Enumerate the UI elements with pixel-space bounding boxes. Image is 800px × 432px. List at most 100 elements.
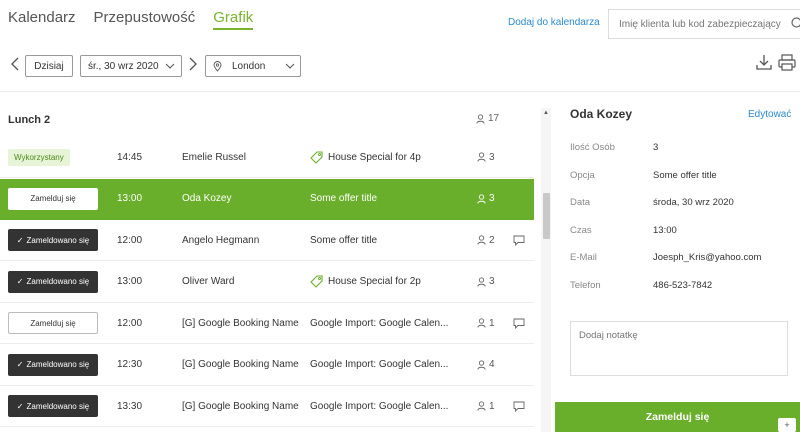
customer-name-cell: [G] Google Booking Name <box>182 400 299 412</box>
checkmark-icon: ✓ <box>16 360 24 369</box>
person-icon <box>476 113 485 124</box>
offer-cell: Google Import: Google Calen... <box>310 386 448 426</box>
customer-name-cell: [G] Google Booking Name <box>182 359 299 370</box>
status-label: Zameldowano się <box>26 235 90 245</box>
scrollbar-thumb[interactable] <box>543 193 550 239</box>
scrollbar-track[interactable] <box>541 108 551 432</box>
checked-in-row-button[interactable]: ✓ Zameldowano się <box>8 395 98 417</box>
guest-count-value: 4 <box>489 359 495 370</box>
note-field[interactable] <box>570 321 788 376</box>
add-to-calendar-link[interactable]: Dodaj do kalendarza <box>508 17 600 28</box>
offer-title: Some offer title <box>310 193 378 204</box>
person-icon <box>477 318 486 328</box>
chevron-right-icon <box>189 57 197 71</box>
offer-cell: House Special for 2p <box>310 262 421 302</box>
status-cell: ✓ Zameldowano się <box>8 220 98 260</box>
group-title: Lunch 2 <box>8 114 51 126</box>
guest-count-value: 3 <box>489 151 495 163</box>
comment-icon[interactable] <box>513 401 525 412</box>
offer-cell: House Special for 4p <box>310 137 421 177</box>
prev-day-button[interactable] <box>8 55 22 73</box>
checked-in-row-button[interactable]: ✓ Zameldowano się <box>8 229 98 251</box>
guest-count-value: 2 <box>489 234 495 246</box>
person-icon <box>477 152 486 162</box>
table-row[interactable]: Zamelduj się 12:00 [G] Google Booking Name… <box>0 303 534 344</box>
table-row[interactable]: Wykorzystany 14:45 Emelie Russel House Spec… <box>0 137 534 178</box>
customer-name-cell: Oliver Ward <box>182 276 235 287</box>
guest-count-cell: 4 <box>477 345 495 385</box>
toolbar-actions <box>755 53 797 71</box>
time-cell: 12:30 <box>117 359 143 370</box>
offer-title: House Special for 2p <box>328 276 421 287</box>
guest-count-value: 1 <box>489 317 495 329</box>
customer-name-cell: Angelo Hegmann <box>182 234 260 246</box>
person-icon <box>477 235 486 245</box>
table-row[interactable]: ✓ Zameldowano się 12:30 [G] Google Booking … <box>0 345 534 386</box>
expand-button[interactable]: + <box>778 418 796 432</box>
next-day-button[interactable] <box>186 55 200 73</box>
chevron-left-icon <box>11 57 19 71</box>
person-icon <box>477 401 486 411</box>
tab-schedule[interactable]: Grafik <box>213 8 254 30</box>
table-row[interactable]: Zamelduj się 13:00 Oda Kozey Some offer tit… <box>0 178 534 220</box>
status-label: Zameldowano się <box>26 360 90 369</box>
guest-count-cell: 3 <box>477 262 495 302</box>
customer-name-cell: Emelie Russel <box>182 151 246 163</box>
tag-icon <box>310 275 323 288</box>
table-row[interactable]: ✓ Zameldowano się 13:00 Oliver Ward House Sp… <box>0 262 534 303</box>
download-icon[interactable] <box>755 53 773 71</box>
time-cell: 13:30 <box>117 400 143 412</box>
time-cell: 12:00 <box>117 317 143 329</box>
offer-cell: Google Import: Google Calen... <box>310 303 448 343</box>
tab-calendar[interactable]: Kalendarz <box>8 8 76 30</box>
location-pin-icon <box>213 60 222 72</box>
guest-count-cell: 3 <box>477 179 495 219</box>
tag-icon <box>310 150 323 164</box>
checkin-row-button[interactable]: Zamelduj się <box>8 312 98 334</box>
checked-in-row-button[interactable]: ✓ Zameldowano się <box>8 353 98 376</box>
offer-cell: Google Import: Google Calen... <box>310 345 448 385</box>
detail-field-value: 3 <box>653 142 659 153</box>
detail-field-value: Joesph_Kris@yahoo.com <box>653 252 762 263</box>
time-cell: 12:00 <box>117 234 143 246</box>
checkin-row-button[interactable]: Zamelduj się <box>8 187 98 210</box>
guest-count-cell: 3 <box>477 137 495 177</box>
table-row[interactable]: ✓ Zameldowano się 13:30 [G] Google Booking … <box>0 386 534 427</box>
top-tabs: Kalendarz Przepustowość Grafik <box>8 8 254 30</box>
detail-field-label: Telefon <box>570 279 601 291</box>
location-select[interactable]: London <box>205 55 301 77</box>
status-badge: Wykorzystany <box>8 148 70 166</box>
print-icon[interactable] <box>777 53 797 71</box>
status-cell: ✓ Zameldowano się <box>8 262 98 302</box>
edit-link[interactable]: Edytować <box>748 109 791 120</box>
tab-capacity[interactable]: Przepustowość <box>94 8 196 30</box>
chevron-down-icon <box>165 63 174 69</box>
offer-cell: Some offer title <box>310 179 377 219</box>
checkin-button[interactable]: Zamelduj się <box>555 402 800 432</box>
search-icon[interactable] <box>791 17 800 31</box>
checked-in-row-button[interactable]: ✓ Zameldowano się <box>8 270 98 293</box>
scroll-up-arrow[interactable]: ▲ <box>541 110 551 120</box>
comment-icon[interactable] <box>513 235 525 246</box>
search-input[interactable] <box>619 18 791 30</box>
checkmark-icon: ✓ <box>16 235 24 245</box>
detail-field-label: E-Mail <box>570 252 597 263</box>
guest-count-cell: 2 <box>477 220 495 260</box>
guest-count-cell: 1 <box>477 303 495 343</box>
table-row[interactable]: ✓ Zameldowano się 12:00 Angelo Hegmann Some … <box>0 220 534 261</box>
person-icon <box>477 276 486 287</box>
customer-name-cell: Oda Kozey <box>182 193 232 204</box>
detail-field-value: 486-523-7842 <box>653 279 713 291</box>
offer-title: House Special for 4p <box>328 151 421 163</box>
today-button[interactable]: Dzisiaj <box>25 55 73 77</box>
detail-field-label: Ilość Osób <box>570 142 615 153</box>
offer-title: Google Import: Google Calen... <box>310 317 449 329</box>
date-select[interactable]: śr., 30 wrz 2020 <box>80 55 182 77</box>
status-cell: ✓ Zameldowano się <box>8 386 98 426</box>
search-box <box>608 9 800 39</box>
checkmark-icon: ✓ <box>16 277 24 286</box>
person-icon <box>477 193 486 204</box>
comment-icon[interactable] <box>513 318 525 329</box>
offer-cell: Some offer title <box>310 220 377 260</box>
guest-count-cell: 1 <box>477 386 495 426</box>
